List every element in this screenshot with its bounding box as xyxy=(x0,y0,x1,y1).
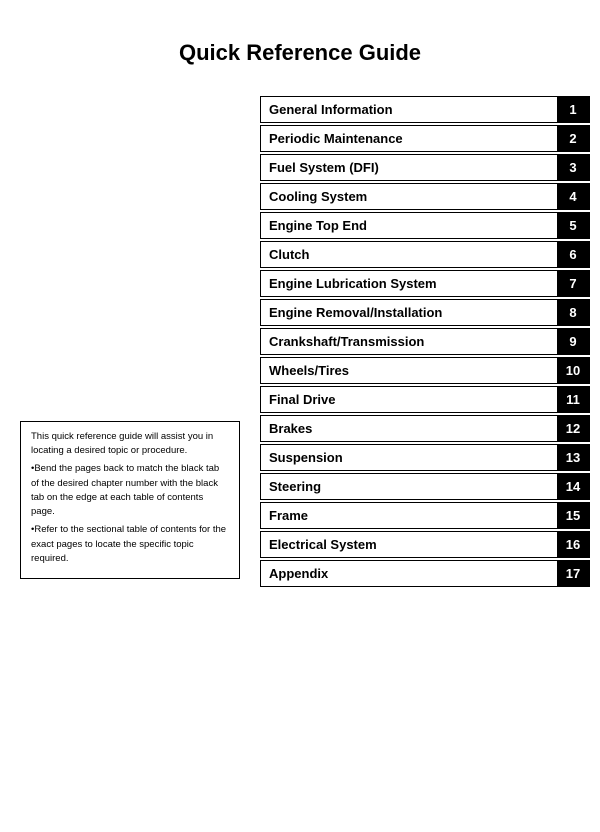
toc-row[interactable]: Engine Lubrication System7 xyxy=(260,270,590,297)
toc-row[interactable]: Wheels/Tires10 xyxy=(260,357,590,384)
toc-row[interactable]: Crankshaft/Transmission9 xyxy=(260,328,590,355)
toc-list: General Information1Periodic Maintenance… xyxy=(260,96,590,589)
toc-label: Brakes xyxy=(261,416,557,441)
toc-row[interactable]: Steering14 xyxy=(260,473,590,500)
left-panel: This quick reference guide will assist y… xyxy=(20,96,260,589)
toc-row[interactable]: Brakes12 xyxy=(260,415,590,442)
toc-label: Frame xyxy=(261,503,557,528)
toc-row[interactable]: General Information1 xyxy=(260,96,590,123)
toc-label: Wheels/Tires xyxy=(261,358,557,383)
toc-number: 6 xyxy=(557,242,589,267)
toc-label: Engine Removal/Installation xyxy=(261,300,557,325)
toc-row[interactable]: Fuel System (DFI)3 xyxy=(260,154,590,181)
page-title: Quick Reference Guide xyxy=(0,0,600,96)
toc-label: Final Drive xyxy=(261,387,557,412)
info-box-bullet2: •Refer to the sectional table of content… xyxy=(31,523,229,566)
toc-number: 2 xyxy=(557,126,589,151)
toc-row[interactable]: Cooling System4 xyxy=(260,183,590,210)
toc-number: 4 xyxy=(557,184,589,209)
toc-label: General Information xyxy=(261,97,557,122)
toc-label: Electrical System xyxy=(261,532,557,557)
toc-row[interactable]: Suspension13 xyxy=(260,444,590,471)
toc-row[interactable]: Frame15 xyxy=(260,502,590,529)
toc-row[interactable]: Engine Top End5 xyxy=(260,212,590,239)
toc-label: Engine Top End xyxy=(261,213,557,238)
toc-number: 11 xyxy=(557,387,589,412)
toc-row[interactable]: Engine Removal/Installation8 xyxy=(260,299,590,326)
toc-number: 13 xyxy=(557,445,589,470)
toc-row[interactable]: Appendix17 xyxy=(260,560,590,587)
toc-row[interactable]: Final Drive11 xyxy=(260,386,590,413)
toc-number: 14 xyxy=(557,474,589,499)
toc-number: 10 xyxy=(557,358,589,383)
info-box-bullet1: •Bend the pages back to match the black … xyxy=(31,462,229,519)
toc-number: 16 xyxy=(557,532,589,557)
toc-label: Steering xyxy=(261,474,557,499)
toc-row[interactable]: Clutch6 xyxy=(260,241,590,268)
toc-label: Crankshaft/Transmission xyxy=(261,329,557,354)
toc-number: 15 xyxy=(557,503,589,528)
toc-number: 9 xyxy=(557,329,589,354)
toc-number: 8 xyxy=(557,300,589,325)
toc-row[interactable]: Electrical System16 xyxy=(260,531,590,558)
toc-number: 1 xyxy=(557,97,589,122)
toc-label: Appendix xyxy=(261,561,557,586)
toc-label: Suspension xyxy=(261,445,557,470)
info-box-intro: This quick reference guide will assist y… xyxy=(31,430,229,459)
toc-number: 7 xyxy=(557,271,589,296)
info-box: This quick reference guide will assist y… xyxy=(20,421,240,579)
toc-number: 12 xyxy=(557,416,589,441)
toc-label: Fuel System (DFI) xyxy=(261,155,557,180)
toc-label: Engine Lubrication System xyxy=(261,271,557,296)
toc-number: 5 xyxy=(557,213,589,238)
toc-label: Clutch xyxy=(261,242,557,267)
toc-number: 3 xyxy=(557,155,589,180)
toc-number: 17 xyxy=(557,561,589,586)
toc-label: Periodic Maintenance xyxy=(261,126,557,151)
toc-row[interactable]: Periodic Maintenance2 xyxy=(260,125,590,152)
toc-label: Cooling System xyxy=(261,184,557,209)
